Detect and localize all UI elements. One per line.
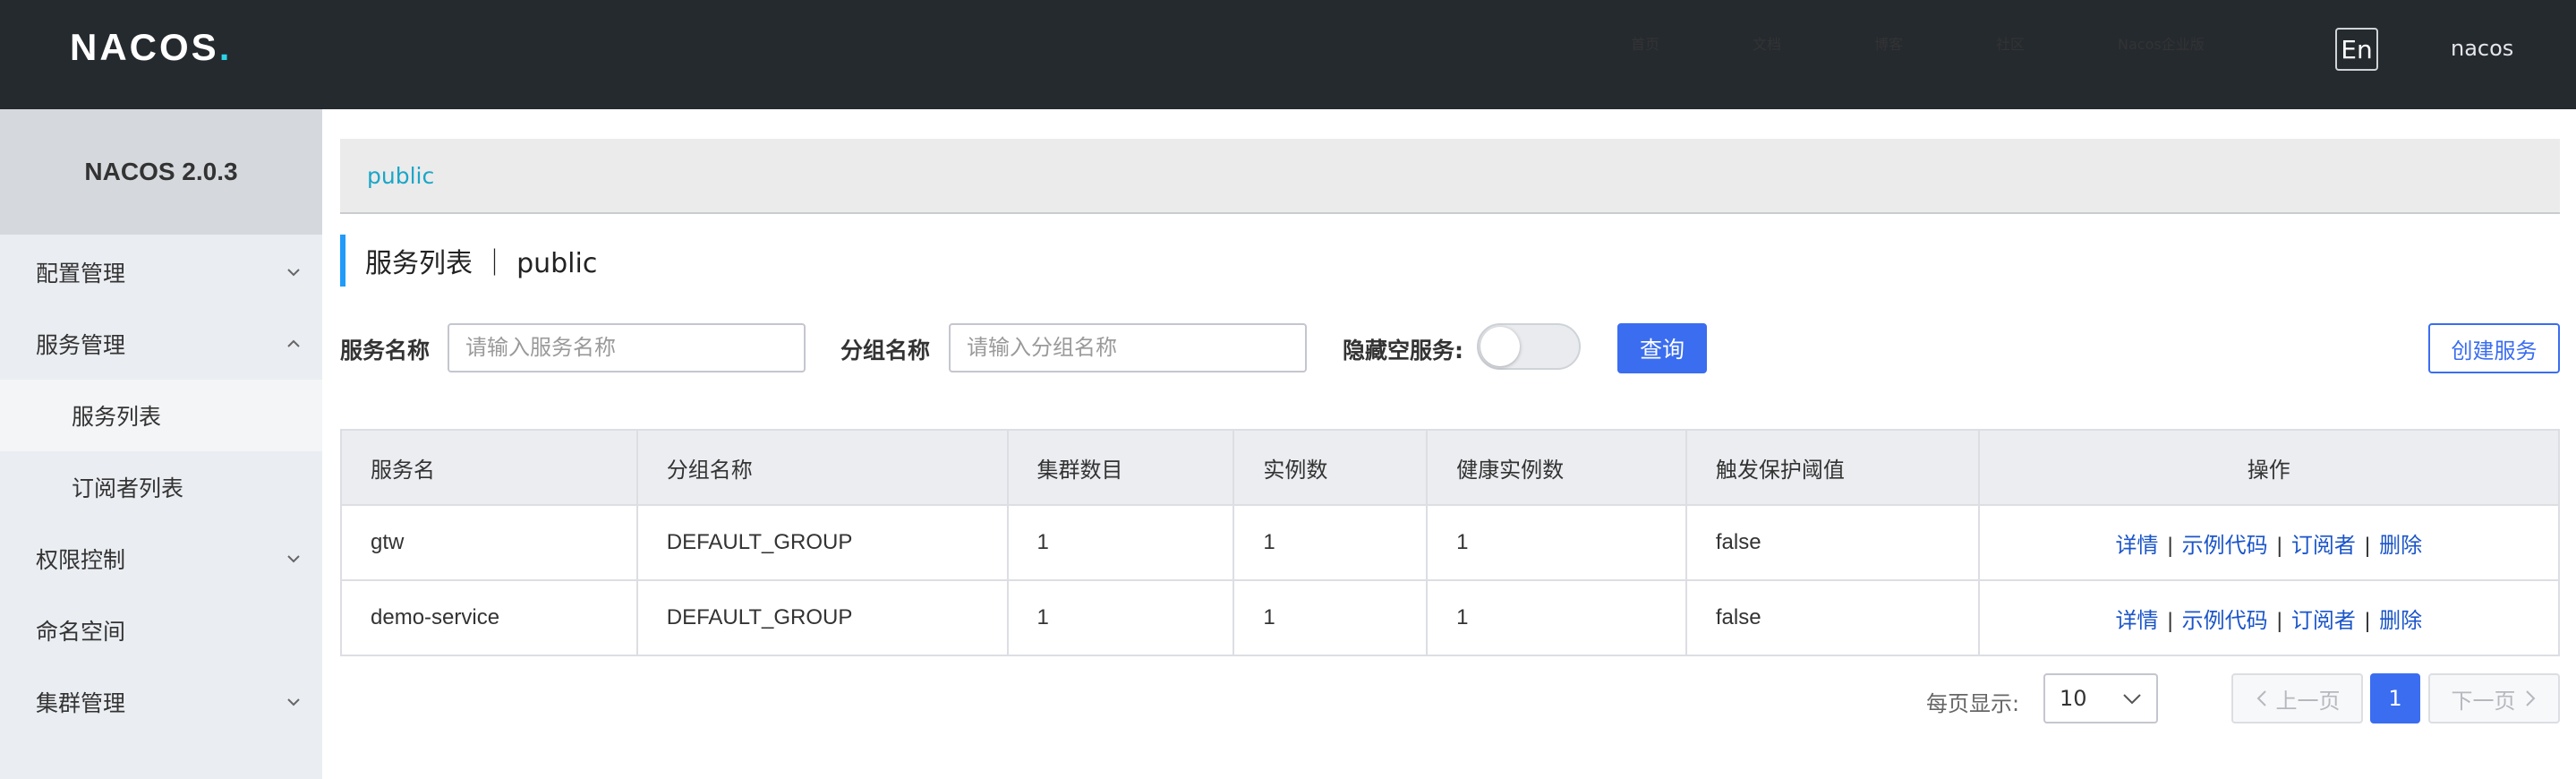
top-header: NACOS. 首页 文档 博客 社区 Nacos企业版 En nacos — [0, 0, 2576, 109]
sample-code-link[interactable]: 示例代码 — [2182, 609, 2268, 633]
sidebar-item-config[interactable]: 配置管理 — [0, 236, 322, 308]
sidebar-item-permissions[interactable]: 权限控制 — [0, 523, 322, 595]
sidebar-item-label: 服务列表 — [72, 399, 161, 432]
column-header: 服务名 — [341, 430, 637, 505]
page-size-select[interactable]: 10 — [2043, 673, 2158, 723]
operations-cell: 详情 | 示例代码 | 订阅者 | 删除 — [1979, 505, 2559, 580]
instance-count-cell: 1 — [1233, 505, 1427, 580]
sidebar-version-title: NACOS 2.0.3 — [0, 109, 322, 235]
column-header: 集群数目 — [1008, 430, 1234, 505]
separator: | — [2365, 534, 2370, 558]
hide-empty-toggle[interactable] — [1477, 323, 1581, 370]
sidebar-item-label: 订阅者列表 — [72, 471, 183, 503]
column-header: 健康实例数 — [1427, 430, 1686, 505]
table-row: demo-service DEFAULT_GROUP 1 1 1 false 详… — [341, 580, 2559, 655]
separator: | — [2167, 534, 2172, 558]
service-name-cell: demo-service — [341, 580, 637, 655]
service-name-input[interactable] — [448, 323, 806, 372]
hide-empty-label: 隐藏空服务: — [1343, 333, 1463, 365]
threshold-cell: false — [1686, 505, 1979, 580]
prev-page-label: 上一页 — [2276, 683, 2341, 715]
group-name-cell: DEFAULT_GROUP — [637, 580, 1008, 655]
sidebar-item-service[interactable]: 服务管理 — [0, 308, 322, 380]
detail-link[interactable]: 详情 — [2115, 609, 2158, 633]
cluster-count-cell: 1 — [1008, 505, 1234, 580]
sidebar-item-cluster[interactable]: 集群管理 — [0, 666, 322, 738]
sidebar-item-label: 权限控制 — [36, 543, 125, 575]
subscribers-link[interactable]: 订阅者 — [2291, 534, 2356, 558]
sidebar-item-label: 集群管理 — [36, 686, 125, 718]
service-table: 服务名 分组名称 集群数目 实例数 健康实例数 触发保护阈值 操作 gtw DE… — [340, 429, 2560, 656]
separator: | — [2167, 609, 2172, 633]
chevron-down-icon — [2122, 691, 2142, 706]
healthy-count-cell: 1 — [1427, 580, 1686, 655]
separator: | — [2277, 609, 2282, 633]
next-page-button[interactable]: 下一页 — [2428, 673, 2560, 723]
chevron-down-icon — [285, 693, 303, 711]
toggle-knob — [1480, 327, 1520, 366]
instance-count-cell: 1 — [1233, 580, 1427, 655]
chevron-right-icon — [2523, 689, 2538, 708]
delete-link[interactable]: 删除 — [2379, 609, 2422, 633]
group-name-label: 分组名称 — [840, 333, 930, 365]
delete-link[interactable]: 删除 — [2379, 534, 2422, 558]
prev-page-button[interactable]: 上一页 — [2231, 673, 2363, 723]
sample-code-link[interactable]: 示例代码 — [2182, 534, 2268, 558]
namespace-breadcrumb: public — [340, 139, 2560, 214]
sidebar-item-label: 配置管理 — [36, 256, 125, 288]
separator: | — [2277, 534, 2282, 558]
subscribers-link[interactable]: 订阅者 — [2291, 609, 2356, 633]
logo-text: NA — [70, 26, 130, 69]
sidebar-item-label: 命名空间 — [36, 614, 125, 646]
page-title: 服务列表 ｜ public — [340, 235, 597, 287]
operations-cell: 详情 | 示例代码 | 订阅者 | 删除 — [1979, 580, 2559, 655]
column-header: 分组名称 — [637, 430, 1008, 505]
chevron-down-icon — [285, 263, 303, 281]
logo-text: COS — [130, 26, 219, 69]
language-switch-button[interactable]: En — [2335, 28, 2378, 71]
nav-community[interactable]: 社区 — [1996, 32, 2025, 54]
chevron-down-icon — [285, 550, 303, 568]
sidebar: NACOS 2.0.3 配置管理 服务管理 服务列表 订阅者列表 权限控制 命名… — [0, 109, 322, 779]
group-name-cell: DEFAULT_GROUP — [637, 505, 1008, 580]
service-name-label: 服务名称 — [340, 333, 430, 365]
group-name-input[interactable] — [949, 323, 1307, 372]
sidebar-item-label: 服务管理 — [36, 328, 125, 360]
column-header: 操作 — [1979, 430, 2559, 505]
column-header: 触发保护阈值 — [1686, 430, 1979, 505]
page-size-value: 10 — [2060, 686, 2087, 711]
next-page-label: 下一页 — [2452, 683, 2516, 715]
threshold-cell: false — [1686, 580, 1979, 655]
table-header-row: 服务名 分组名称 集群数目 实例数 健康实例数 触发保护阈值 操作 — [341, 430, 2559, 505]
user-name[interactable]: nacos — [2451, 36, 2513, 61]
nav-docs[interactable]: 文档 — [1753, 32, 1781, 54]
sidebar-item-subscriber-list[interactable]: 订阅者列表 — [0, 451, 322, 523]
sidebar-item-namespace[interactable]: 命名空间 — [0, 595, 322, 666]
separator: | — [2365, 609, 2370, 633]
nav-blog[interactable]: 博客 — [1874, 32, 1903, 54]
query-button[interactable]: 查询 — [1617, 323, 1707, 373]
namespace-link-public[interactable]: public — [367, 163, 434, 189]
create-service-button[interactable]: 创建服务 — [2428, 323, 2560, 373]
nav-home[interactable]: 首页 — [1631, 32, 1659, 54]
cluster-count-cell: 1 — [1008, 580, 1234, 655]
table-row: gtw DEFAULT_GROUP 1 1 1 false 详情 | 示例代码 | 订阅… — [341, 505, 2559, 580]
healthy-count-cell: 1 — [1427, 505, 1686, 580]
chevron-left-icon — [2255, 689, 2269, 708]
page-number-current[interactable]: 1 — [2370, 673, 2420, 723]
logo-dot: . — [219, 26, 233, 69]
nacos-logo[interactable]: NACOS. — [70, 27, 232, 68]
detail-link[interactable]: 详情 — [2115, 534, 2158, 558]
chevron-up-icon — [285, 335, 303, 353]
sidebar-item-service-list[interactable]: 服务列表 — [0, 380, 322, 451]
column-header: 实例数 — [1233, 430, 1427, 505]
page-size-label: 每页显示: — [1926, 686, 2019, 717]
service-name-cell: gtw — [341, 505, 637, 580]
nav-enterprise[interactable]: Nacos企业版 — [2118, 32, 2205, 54]
